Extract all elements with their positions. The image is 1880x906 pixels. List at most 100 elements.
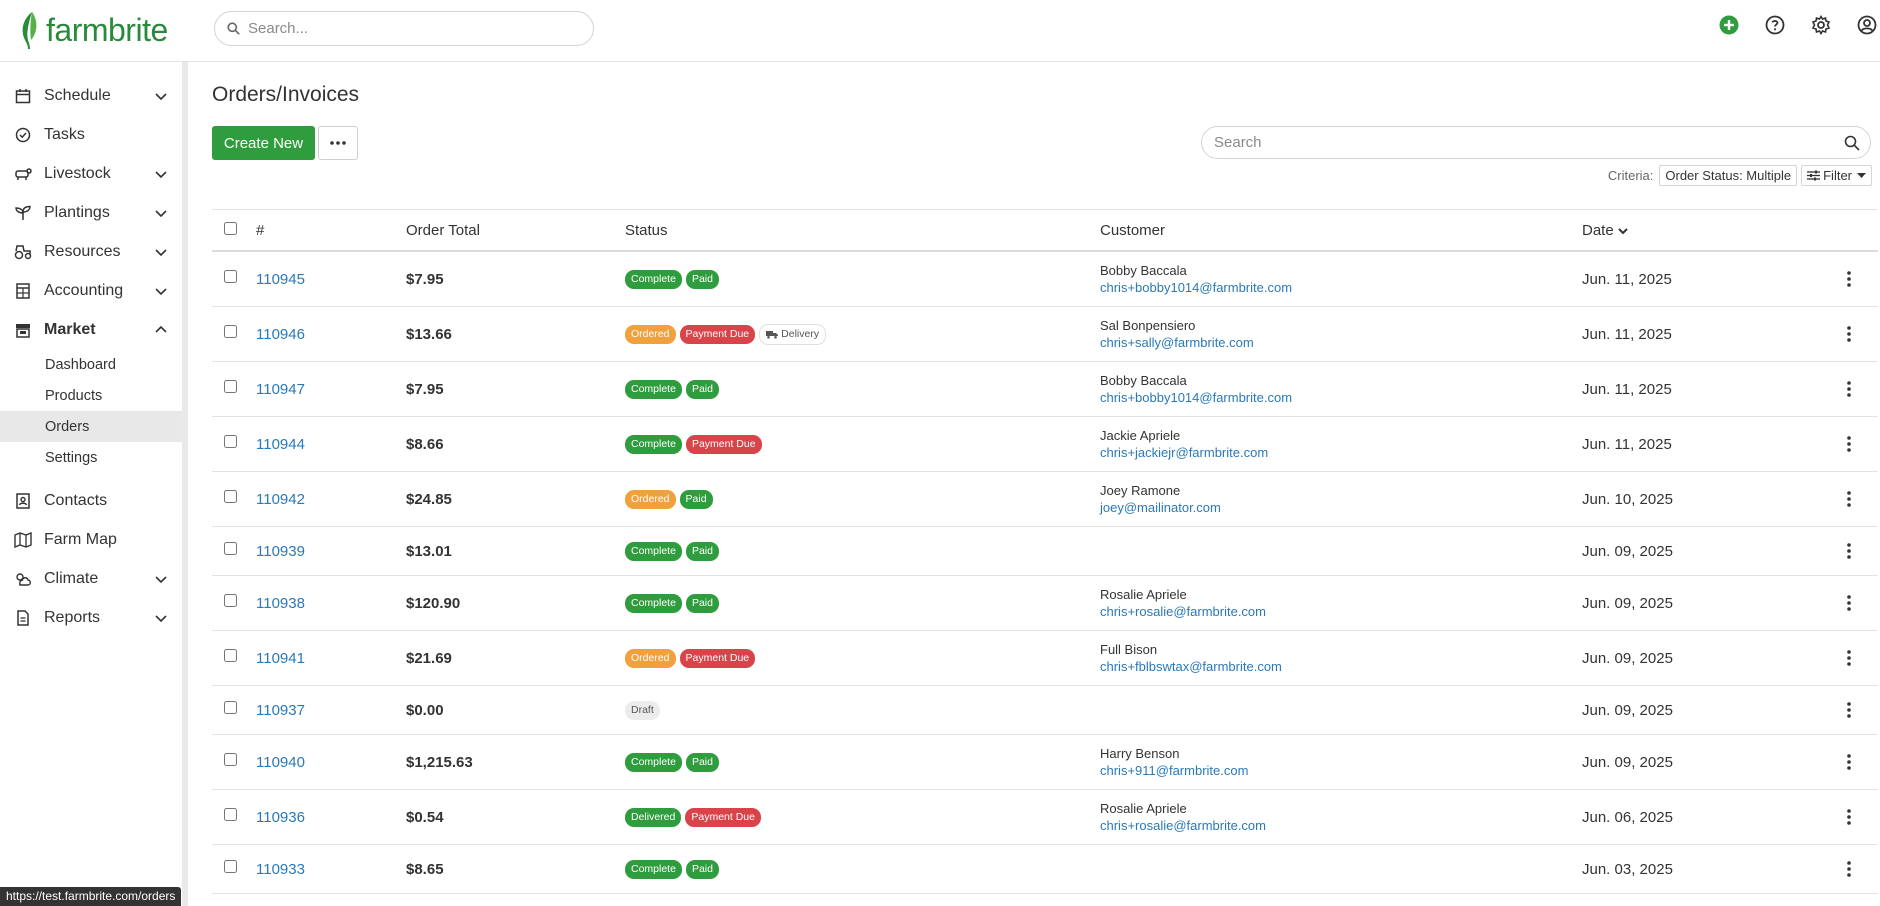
sidebar-item-resources[interactable]: Resources bbox=[0, 232, 182, 271]
row-checkbox[interactable] bbox=[224, 649, 237, 662]
row-actions-kebab-icon[interactable] bbox=[1840, 649, 1858, 667]
sidebar-item-market[interactable]: Market bbox=[0, 310, 182, 349]
more-options-button[interactable] bbox=[318, 126, 358, 160]
row-checkbox[interactable] bbox=[224, 753, 237, 766]
row-checkbox[interactable] bbox=[224, 808, 237, 821]
row-checkbox-wrap bbox=[224, 808, 237, 826]
gear-icon[interactable] bbox=[1810, 14, 1832, 36]
order-number-link[interactable]: 110939 bbox=[256, 543, 305, 560]
row-actions-kebab-icon[interactable] bbox=[1840, 594, 1858, 612]
sidebar-item-livestock[interactable]: Livestock bbox=[0, 154, 182, 193]
col-header-number[interactable]: # bbox=[256, 222, 264, 239]
table-row[interactable]: 110939 $13.01 Complete Paid Jun. 09, 2025 bbox=[212, 527, 1878, 576]
row-actions-kebab-icon[interactable] bbox=[1840, 270, 1858, 288]
table-row[interactable]: 110941 $21.69 Ordered Payment Due Full Bi… bbox=[212, 631, 1878, 686]
order-number-link[interactable]: 110933 bbox=[256, 861, 305, 878]
order-number-link[interactable]: 110945 bbox=[256, 271, 305, 288]
sidebar-item-contacts[interactable]: Contacts bbox=[0, 481, 182, 520]
user-icon[interactable] bbox=[1856, 14, 1878, 36]
order-date: Jun. 09, 2025 bbox=[1582, 701, 1673, 719]
col-header-order-total[interactable]: Order Total bbox=[406, 222, 480, 239]
row-checkbox[interactable] bbox=[224, 325, 237, 338]
customer-email[interactable]: joey@mailinator.com bbox=[1100, 499, 1221, 516]
order-number-link[interactable]: 110940 bbox=[256, 754, 305, 771]
table-row[interactable]: 110946 $13.66 Ordered Payment Due Delivery… bbox=[212, 307, 1878, 362]
row-checkbox[interactable] bbox=[224, 542, 237, 555]
row-checkbox[interactable] bbox=[224, 435, 237, 448]
row-actions-kebab-icon[interactable] bbox=[1840, 701, 1858, 719]
farmbrite-logo[interactable]: farmbrite bbox=[18, 8, 168, 52]
customer-name: Sal Bonpensiero bbox=[1100, 318, 1196, 333]
col-header-date[interactable]: Date bbox=[1582, 222, 1628, 239]
table-row[interactable]: 110947 $7.95 Complete Paid Bobby Baccala … bbox=[212, 362, 1878, 417]
customer-email[interactable]: chris+sally@farmbrite.com bbox=[1100, 334, 1254, 351]
row-actions-kebab-icon[interactable] bbox=[1840, 860, 1858, 878]
add-icon[interactable] bbox=[1718, 14, 1740, 36]
table-row[interactable]: 110942 $24.85 Ordered Paid Joey Ramone jo… bbox=[212, 472, 1878, 527]
customer-email[interactable]: chris+rosalie@farmbrite.com bbox=[1100, 817, 1266, 834]
help-icon[interactable] bbox=[1764, 14, 1786, 36]
sidebar-sub-dashboard[interactable]: Dashboard bbox=[0, 349, 182, 380]
sidebar-sub-products[interactable]: Products bbox=[0, 380, 182, 411]
select-all-checkbox[interactable] bbox=[224, 221, 237, 235]
row-actions-kebab-icon[interactable] bbox=[1840, 490, 1858, 508]
table-row[interactable]: 110934 $8.65 CompletePaid Jun. 03, 2025 bbox=[212, 894, 1878, 906]
order-number-link[interactable]: 110944 bbox=[256, 436, 305, 453]
sidebar-sub-orders[interactable]: Orders bbox=[0, 411, 182, 442]
row-actions-kebab-icon[interactable] bbox=[1840, 380, 1858, 398]
orders-search-input[interactable] bbox=[1214, 134, 1824, 151]
row-checkbox-wrap bbox=[224, 860, 237, 878]
order-number-link[interactable]: 110937 bbox=[256, 702, 305, 719]
row-actions-kebab-icon[interactable] bbox=[1840, 325, 1858, 343]
row-checkbox[interactable] bbox=[224, 380, 237, 393]
sidebar-item-accounting[interactable]: Accounting bbox=[0, 271, 182, 310]
table-row[interactable]: 110944 $8.66 Complete Payment Due Jackie … bbox=[212, 417, 1878, 472]
order-number-link[interactable]: 110938 bbox=[256, 595, 305, 612]
row-checkbox[interactable] bbox=[224, 594, 237, 607]
search-icon[interactable] bbox=[1844, 135, 1860, 151]
sidebar-sub-settings[interactable]: Settings bbox=[0, 442, 182, 473]
sidebar-item-tasks[interactable]: Tasks bbox=[0, 115, 182, 154]
sidebar-item-climate[interactable]: Climate bbox=[0, 559, 182, 598]
sidebar-item-farm-map[interactable]: Farm Map bbox=[0, 520, 182, 559]
customer-email[interactable]: chris+fblbswtax@farmbrite.com bbox=[1100, 658, 1282, 675]
order-status-chip[interactable]: Order Status: Multiple bbox=[1659, 165, 1798, 186]
col-header-status[interactable]: Status bbox=[625, 222, 668, 239]
table-row[interactable]: 110933 $8.65 Complete Paid Jun. 03, 2025 bbox=[212, 845, 1878, 894]
table-header: # Order Total Status Customer Date bbox=[212, 210, 1878, 252]
global-search-input[interactable] bbox=[248, 20, 568, 37]
row-checkbox[interactable] bbox=[224, 860, 237, 873]
row-actions-kebab-icon[interactable] bbox=[1840, 542, 1858, 560]
customer-email[interactable]: chris+rosalie@farmbrite.com bbox=[1100, 603, 1266, 620]
customer-email[interactable]: chris+bobby1014@farmbrite.com bbox=[1100, 279, 1292, 296]
table-row[interactable]: 110937 $0.00 Draft Jun. 09, 2025 bbox=[212, 686, 1878, 735]
customer-email[interactable]: chris+jackiejr@farmbrite.com bbox=[1100, 444, 1268, 461]
sidebar-item-schedule[interactable]: Schedule bbox=[0, 76, 182, 115]
filter-button[interactable]: Filter bbox=[1801, 165, 1872, 186]
order-number-link[interactable]: 110946 bbox=[256, 326, 305, 343]
order-number-link[interactable]: 110947 bbox=[256, 381, 305, 398]
row-actions-kebab-icon[interactable] bbox=[1840, 808, 1858, 826]
status-badge-label: Ordered bbox=[631, 492, 670, 505]
table-row[interactable]: 110945 $7.95 Complete Paid Bobby Baccala … bbox=[212, 252, 1878, 307]
table-row[interactable]: 110940 $1,215.63 Complete Paid Harry Bens… bbox=[212, 735, 1878, 790]
row-checkbox[interactable] bbox=[224, 490, 237, 503]
col-header-customer[interactable]: Customer bbox=[1100, 222, 1165, 239]
customer-email[interactable]: chris+bobby1014@farmbrite.com bbox=[1100, 389, 1292, 406]
table-row[interactable]: 110936 $0.54 Delivered Payment Due Rosali… bbox=[212, 790, 1878, 845]
table-row[interactable]: 110938 $120.90 Complete Paid Rosalie Apri… bbox=[212, 576, 1878, 631]
sidebar-item-reports[interactable]: Reports bbox=[0, 598, 182, 637]
global-search[interactable] bbox=[214, 11, 594, 46]
sidebar-item-plantings[interactable]: Plantings bbox=[0, 193, 182, 232]
row-checkbox[interactable] bbox=[224, 701, 237, 714]
create-new-button[interactable]: Create New bbox=[212, 126, 315, 160]
order-number-link[interactable]: 110941 bbox=[256, 650, 305, 667]
orders-search[interactable] bbox=[1201, 126, 1871, 159]
customer-email[interactable]: chris+911@farmbrite.com bbox=[1100, 762, 1248, 779]
sidebar-item-label: Climate bbox=[44, 569, 99, 587]
row-actions-kebab-icon[interactable] bbox=[1840, 435, 1858, 453]
row-checkbox[interactable] bbox=[224, 270, 237, 283]
order-number-link[interactable]: 110942 bbox=[256, 491, 305, 508]
order-number-link[interactable]: 110936 bbox=[256, 809, 305, 826]
row-actions-kebab-icon[interactable] bbox=[1840, 753, 1858, 771]
